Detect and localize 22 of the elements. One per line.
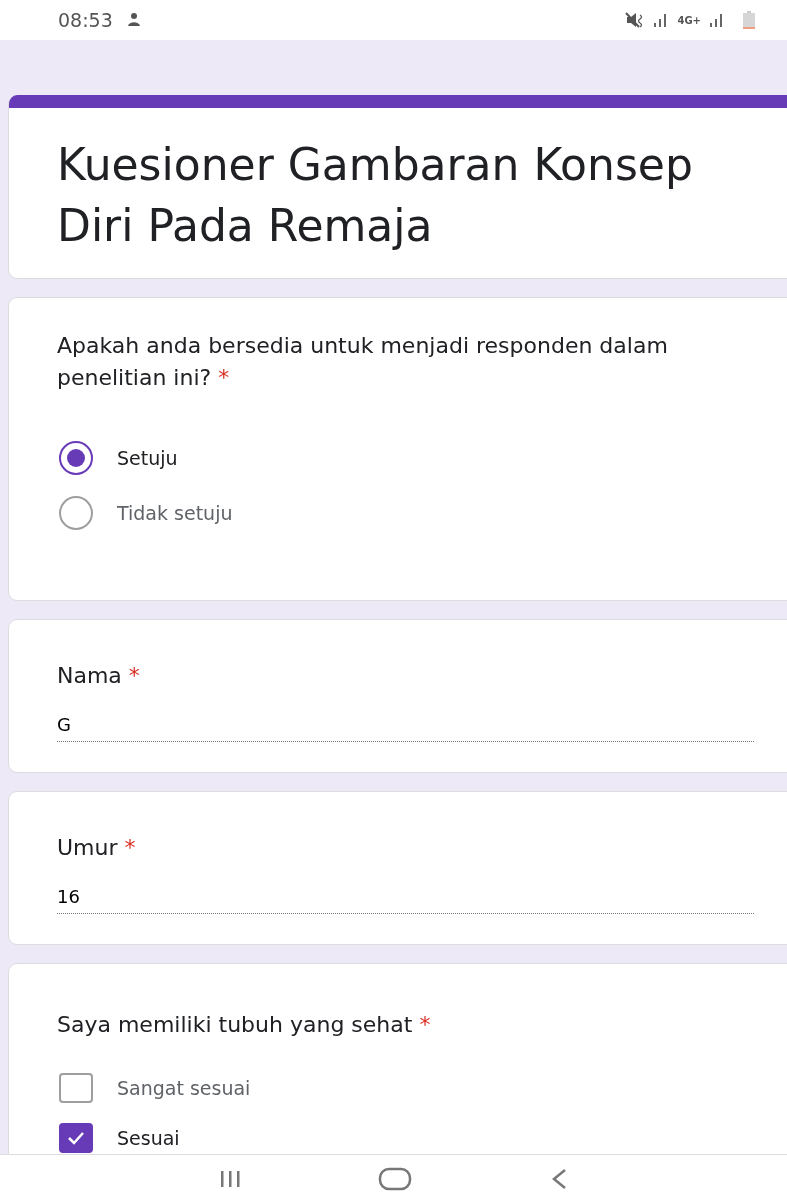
- home-icon[interactable]: [378, 1166, 413, 1191]
- checkmark-icon: [66, 1130, 86, 1146]
- question-label: Nama *: [57, 662, 141, 690]
- radio-button[interactable]: [59, 495, 93, 530]
- option-label: Tidak setuju: [117, 501, 233, 524]
- option-label: Sangat sesuai: [117, 1077, 251, 1099]
- input-field[interactable]: G: [57, 710, 754, 742]
- option-label: Sesuai: [117, 1127, 180, 1149]
- radio-button[interactable]: [59, 440, 93, 475]
- checkbox[interactable]: [59, 1073, 93, 1103]
- question-label: Saya memiliki tubuh yang sehat *: [57, 1011, 432, 1039]
- question-label: Umur *: [57, 834, 137, 862]
- option-label: Setuju: [117, 446, 178, 469]
- input-field[interactable]: 16: [57, 882, 754, 914]
- status-time: 08:53: [58, 9, 113, 31]
- question-label: Apakah anda bersedia untuk menjadi responden dalam penelitian ini? *: [57, 332, 669, 392]
- network-type: 4G+: [677, 14, 701, 26]
- battery-icon: [743, 11, 755, 29]
- signal-icon: [709, 13, 725, 27]
- recent-apps-icon[interactable]: [218, 1168, 241, 1189]
- form-title: Kuesioner Gambaran Konsep Diri Pada Remaja: [56, 138, 694, 253]
- checkbox[interactable]: [59, 1123, 93, 1153]
